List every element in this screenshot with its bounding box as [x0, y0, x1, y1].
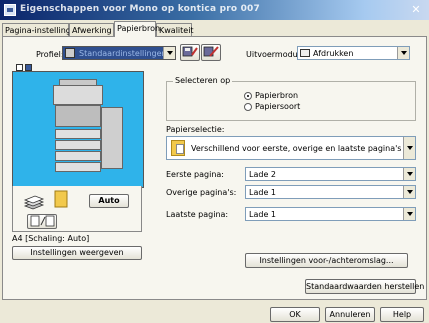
- radio-paper-source[interactable]: [244, 92, 252, 100]
- print-icon: [300, 49, 310, 57]
- printer-preview: [12, 71, 144, 188]
- profile-select[interactable]: Standaardinstellingen: [62, 46, 176, 60]
- help-button[interactable]: Help: [380, 307, 424, 322]
- chevron-down-icon: [403, 137, 415, 159]
- tab-paper-source[interactable]: Papierbron: [114, 21, 160, 37]
- title-bar: Eigenschappen voor Mono op kontica pro 0…: [0, 0, 429, 20]
- radio-paper-source-label: Papierbron: [255, 91, 299, 100]
- other-pages-label: Overige pagina's:: [166, 188, 237, 197]
- auto-button[interactable]: Auto: [89, 194, 129, 208]
- paper-sheet-icon: [54, 190, 68, 208]
- show-settings-button[interactable]: Instellingen weergeven: [12, 246, 142, 260]
- window-title: Eigenschappen voor Mono op kontica pro 0…: [20, 4, 260, 14]
- paper-selection-select[interactable]: Verschillend voor eerste, overige en laa…: [166, 136, 416, 160]
- view-printer-icon[interactable]: [25, 64, 32, 71]
- other-pages-select[interactable]: Lade 1: [245, 185, 416, 199]
- output-mode-value: Afdrukken: [313, 49, 354, 58]
- profile-label: Profiel:: [36, 50, 64, 59]
- close-icon[interactable]: ✕: [409, 3, 423, 17]
- paper-tray-icon: [171, 140, 185, 156]
- properties-dialog: Eigenschappen voor Mono op kontica pro 0…: [0, 0, 429, 323]
- save-profile-button[interactable]: [180, 44, 200, 61]
- paper-selection-value: Verschillend voor eerste, overige en laa…: [191, 144, 402, 153]
- first-page-value: Lade 2: [249, 170, 276, 179]
- radio-paper-type-label: Papiersoort: [255, 102, 301, 111]
- save-profile-icon: [182, 46, 198, 57]
- output-mode-label: Uitvoermodus:: [246, 50, 305, 59]
- chevron-down-icon: [403, 168, 415, 180]
- dialog-button-bar: OK Annuleren Help: [0, 300, 429, 323]
- edit-profile-button[interactable]: [201, 44, 221, 61]
- tab-strip: Pagina-instelling Afwerking Papierbron K…: [0, 21, 429, 37]
- cancel-button[interactable]: Annuleren: [325, 307, 375, 322]
- duplex-toggle-button[interactable]: [27, 214, 57, 229]
- tab-page-setup[interactable]: Pagina-instelling: [2, 23, 71, 36]
- paper-status-text: A4 [Schaling: Auto]: [12, 234, 90, 243]
- chevron-down-icon: [403, 208, 415, 220]
- duplex-icon: [30, 215, 55, 227]
- chevron-down-icon: [403, 186, 415, 198]
- other-pages-value: Lade 1: [249, 188, 276, 197]
- stack-paper-icon: [23, 195, 45, 210]
- last-page-label: Laatste pagina:: [166, 210, 229, 219]
- ok-button[interactable]: OK: [270, 307, 320, 322]
- last-page-value: Lade 1: [249, 210, 276, 219]
- view-paper-icon[interactable]: [16, 64, 23, 71]
- select-on-group: Selecteren op: [166, 76, 416, 121]
- last-page-select[interactable]: Lade 1: [245, 207, 416, 221]
- profile-icon: [65, 48, 75, 58]
- tab-quality[interactable]: Kwaliteit: [156, 23, 194, 36]
- profile-value: Standaardinstellingen: [79, 49, 167, 58]
- radio-paper-type[interactable]: [244, 103, 252, 111]
- printer-illustration: [53, 77, 123, 177]
- select-on-title: Selecteren op: [173, 76, 233, 85]
- first-page-select[interactable]: Lade 2: [245, 167, 416, 181]
- printer-icon: [4, 4, 16, 16]
- tab-finishing[interactable]: Afwerking: [69, 23, 114, 36]
- first-page-label: Eerste pagina:: [166, 170, 224, 179]
- chevron-down-icon: [397, 47, 409, 59]
- edit-profile-icon: [203, 46, 219, 57]
- output-mode-select[interactable]: Afdrukken: [297, 46, 410, 60]
- restore-defaults-button[interactable]: Standaardwaarden herstellen: [305, 279, 424, 294]
- paper-options-area: Auto: [12, 186, 142, 232]
- chevron-down-icon: [163, 47, 175, 59]
- paper-selection-label: Papierselectie:: [166, 125, 225, 134]
- cover-settings-button[interactable]: Instellingen voor-/achteromslag...: [245, 253, 408, 268]
